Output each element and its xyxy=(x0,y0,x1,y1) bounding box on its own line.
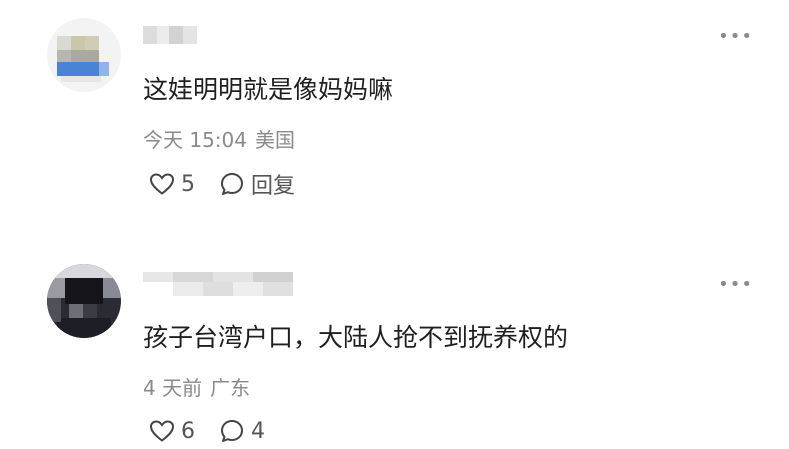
avatar[interactable] xyxy=(47,264,121,338)
comment-bubble-icon xyxy=(221,420,243,442)
reply-button[interactable]: 4 xyxy=(219,418,265,444)
heart-icon xyxy=(149,420,175,442)
reply-count: 4 xyxy=(251,418,265,444)
comment-item: ••• 孩子台湾户口，大陆人抢不到抚养权的 4 天前 广东 6 4 xyxy=(0,0,789,449)
like-button[interactable]: 6 xyxy=(149,419,195,444)
comment-text: 孩子台湾户口，大陆人抢不到抚养权的 xyxy=(143,323,569,352)
comment-actions: 6 4 xyxy=(149,416,289,446)
username-blurred[interactable] xyxy=(143,268,313,296)
like-count: 6 xyxy=(181,418,195,444)
comment-time: 4 天前 xyxy=(143,376,203,400)
comment-meta: 4 天前 广东 xyxy=(143,372,258,401)
more-horizontal-icon[interactable]: ••• xyxy=(718,276,753,294)
comment-location: 广东 xyxy=(210,376,251,400)
